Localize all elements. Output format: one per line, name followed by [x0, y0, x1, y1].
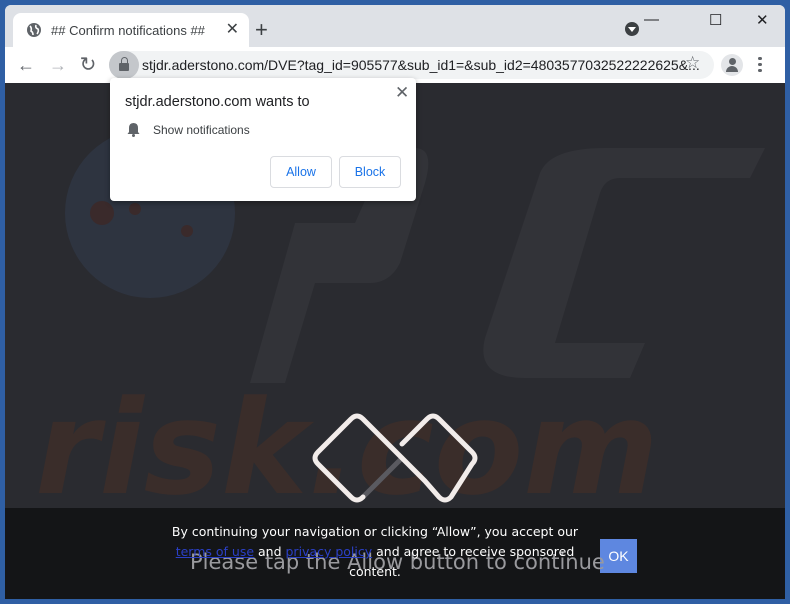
terms-of-use-link[interactable]: terms of use — [176, 544, 254, 559]
tab-close-icon[interactable]: ✕ — [226, 22, 239, 38]
minimize-button[interactable]: — — [644, 11, 659, 28]
tab-confirm-notifications[interactable]: ## Confirm notifications ## ✕ — [13, 13, 249, 47]
maximize-button[interactable]: ☐ — [709, 11, 722, 29]
bell-icon — [127, 123, 140, 137]
ok-button[interactable]: OK — [600, 539, 637, 573]
reload-button[interactable]: ↻ — [76, 53, 100, 77]
prompt-heading: stjdr.aderstono.com wants to — [125, 94, 310, 110]
consent-and: and — [254, 544, 286, 559]
consent-banner: Please tap the Allow button to continue … — [5, 508, 785, 599]
url-text[interactable]: stjdr.aderstono.com/DVE?tag_id=905577&su… — [142, 57, 700, 73]
privacy-policy-link[interactable]: privacy policy — [286, 544, 373, 559]
notification-permission-prompt: stjdr.aderstono.com wants to ✕ Show noti… — [110, 78, 416, 201]
allow-button[interactable]: Allow — [270, 156, 332, 188]
tab-search-icon[interactable] — [625, 22, 639, 36]
permission-label: Show notifications — [153, 123, 250, 137]
consent-text-before: By continuing your navigation or clickin… — [171, 524, 579, 539]
address-bar[interactable]: stjdr.aderstono.com/DVE?tag_id=905577&su… — [109, 51, 714, 79]
new-tab-button[interactable]: + — [255, 19, 268, 41]
menu-kebab-icon[interactable] — [757, 55, 763, 75]
prompt-close-icon[interactable]: ✕ — [395, 83, 409, 103]
forward-button[interactable]: → — [46, 53, 70, 77]
site-info-button[interactable] — [109, 51, 139, 79]
back-button[interactable]: ← — [14, 53, 38, 77]
lock-icon — [119, 57, 129, 71]
profile-avatar-icon[interactable] — [721, 54, 743, 76]
block-button[interactable]: Block — [339, 156, 401, 188]
bookmark-star-icon[interactable]: ☆ — [685, 53, 700, 73]
tab-strip: ## Confirm notifications ## ✕ + — ☐ ✕ — [5, 5, 785, 47]
globe-icon — [27, 23, 41, 37]
close-window-button[interactable]: ✕ — [756, 11, 769, 29]
consent-text: By continuing your navigation or clickin… — [155, 522, 595, 582]
browser-window: ## Confirm notifications ## ✕ + — ☐ ✕ ← … — [5, 5, 785, 599]
tab-title: ## Confirm notifications ## — [51, 22, 205, 38]
consent-text-after: and agree to receive sponsored content. — [349, 544, 575, 579]
loading-spinner-icon — [312, 413, 478, 503]
